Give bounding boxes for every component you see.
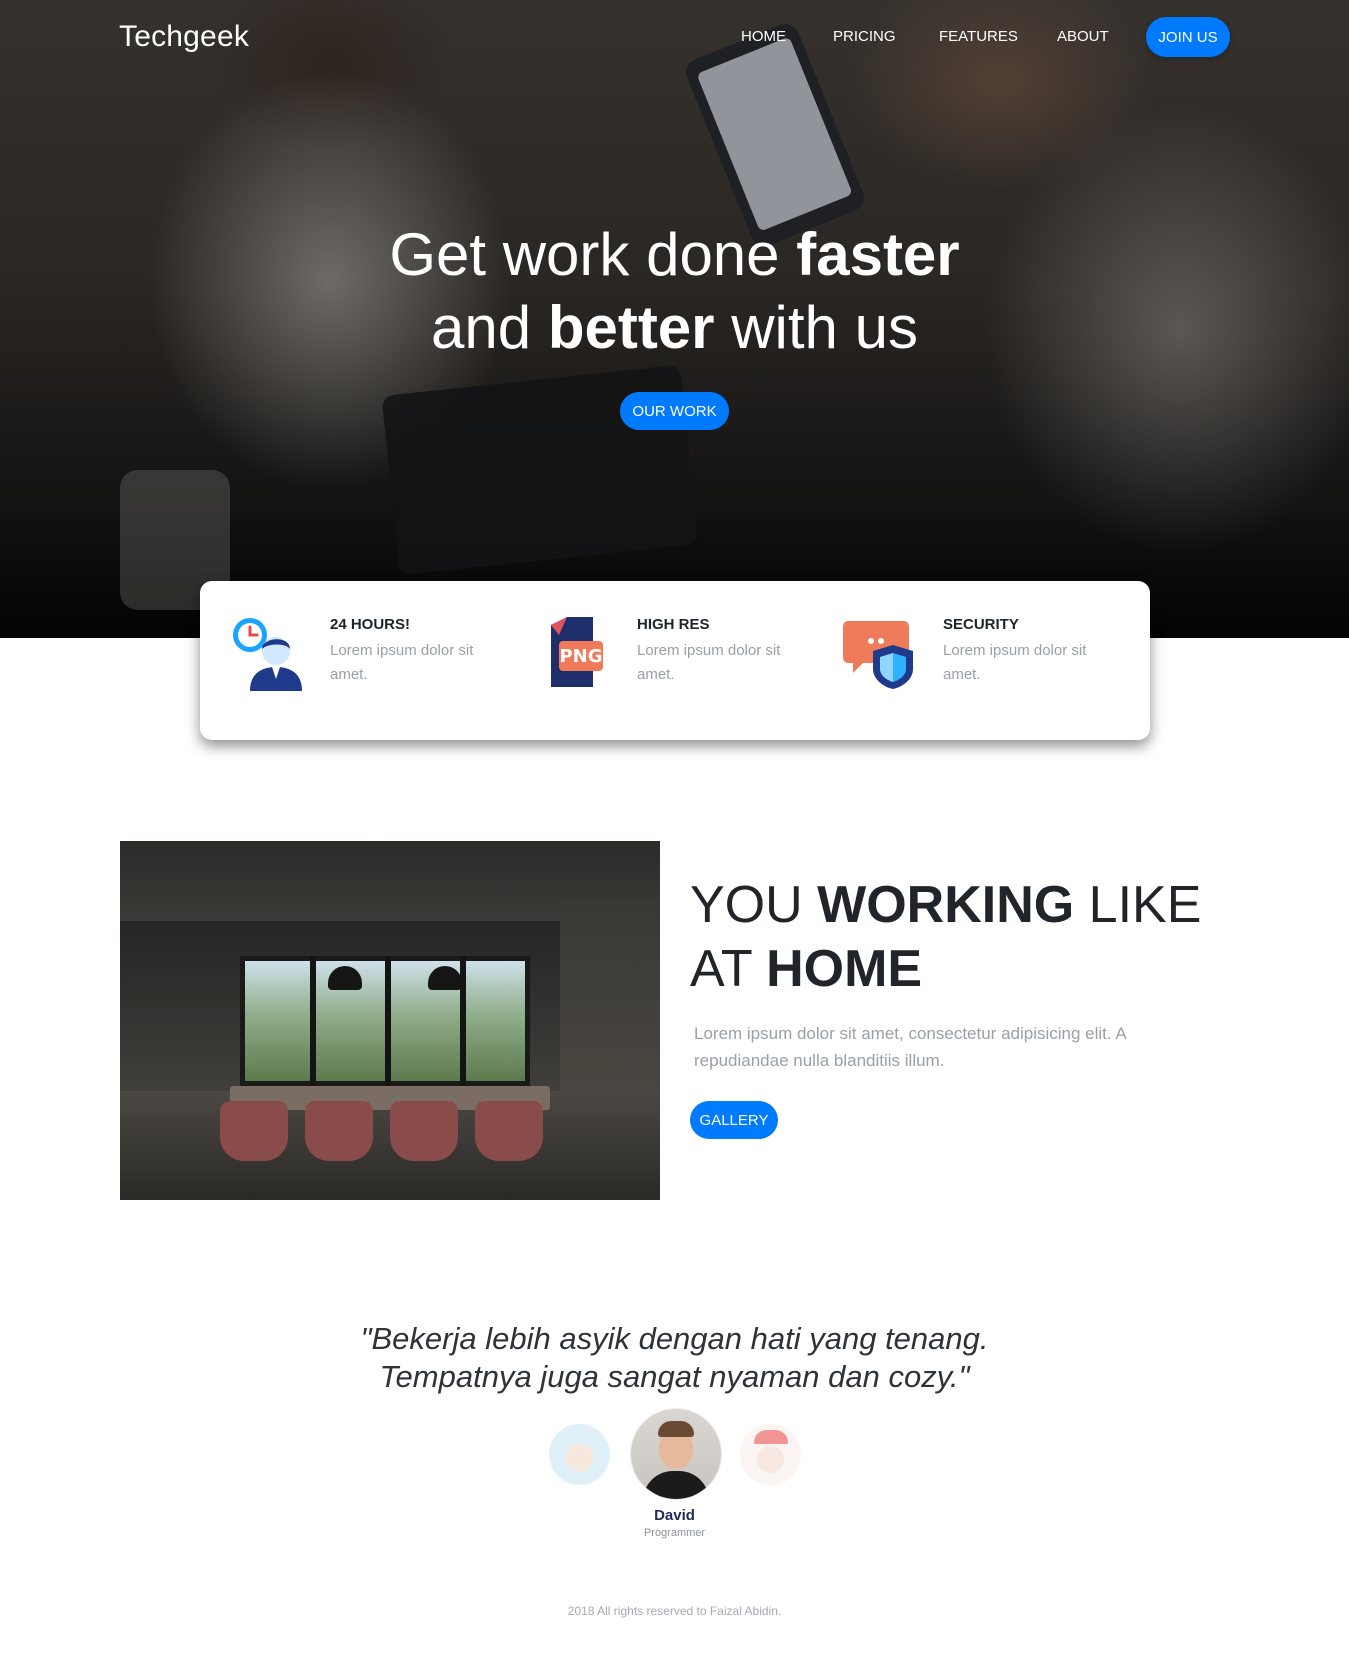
info-desc: Lorem ipsum dolor sit amet. [943, 642, 1087, 683]
working-title-text: YOU [690, 876, 818, 934]
room-chair [390, 1101, 458, 1161]
hero-headline-text: and [431, 294, 548, 361]
hero-headline-text: Get work done [389, 221, 797, 288]
office-room-image [120, 841, 660, 1200]
room-chair [220, 1101, 288, 1161]
testimonial-role: Programmer [643, 1527, 706, 1539]
info-desc: Lorem ipsum dolor sit amet. [637, 642, 781, 683]
room-window-frame [385, 956, 391, 1086]
nav-pricing[interactable]: PRICING [833, 28, 896, 48]
avatar-left[interactable] [549, 1424, 610, 1485]
working-title-emphasis: HOME [766, 940, 923, 998]
hero-headline-line1: Get work done faster [0, 218, 1349, 292]
chat-shield-icon [843, 621, 913, 689]
room-window-frame [460, 956, 466, 1086]
testimonial-name: David [654, 1507, 695, 1524]
working-title-emphasis: WORKING [817, 876, 1075, 934]
room-wall [560, 901, 660, 1101]
avatar-right[interactable] [740, 1424, 801, 1485]
avatar-shirt [643, 1471, 709, 1499]
room-chair [305, 1101, 373, 1161]
gallery-button[interactable]: GALLERY [690, 1101, 778, 1139]
avatar-cap [754, 1430, 788, 1444]
testimonial-quote-line2: Tempatnya juga sangat nyaman dan cozy." [379, 1359, 970, 1394]
info-title: 24 HOURS! [330, 616, 411, 633]
nav-about[interactable]: ABOUT [1057, 28, 1109, 48]
brand-logo[interactable]: Techgeek [119, 20, 249, 54]
avatar-david[interactable] [631, 1409, 721, 1499]
info-panel: 24 HOURS! Lorem ipsum dolor sit amet. PN… [200, 581, 1150, 740]
info-title: SECURITY [943, 616, 1019, 633]
nav-features[interactable]: FEATURES [939, 28, 1018, 48]
room-window-frame [310, 956, 316, 1086]
working-title-text: AT [690, 940, 767, 998]
working-title-text: LIKE [1074, 876, 1202, 934]
room-chair [475, 1101, 543, 1161]
info-title: HIGH RES [637, 616, 710, 633]
nav-home[interactable]: HOME [741, 28, 786, 48]
testimonial-quote-line1: "Bekerja lebih asyik dengan hati yang te… [360, 1321, 989, 1356]
hero-headline-emphasis: faster [796, 221, 960, 288]
join-us-button[interactable]: JOIN US [1146, 17, 1230, 57]
hero-headline-text: with us [714, 294, 918, 361]
clock-person-icon [233, 618, 302, 691]
hero-headline-emphasis: better [547, 294, 715, 361]
working-title-line1: YOU WORKING LIKE [690, 873, 1201, 937]
working-description: Lorem ipsum dolor sit amet, consectetur … [694, 1024, 1126, 1070]
our-work-button[interactable]: OUR WORK [620, 392, 729, 430]
footer-copyright: 2018 All rights reserved to Faizal Abidi… [567, 1604, 782, 1618]
avatar-hair [658, 1421, 694, 1437]
info-desc: Lorem ipsum dolor sit amet. [330, 642, 474, 683]
working-title-line2: AT HOME [690, 937, 922, 1001]
hero-headline-line2: and better with us [0, 291, 1349, 365]
png-badge-text: PNG [559, 645, 603, 667]
